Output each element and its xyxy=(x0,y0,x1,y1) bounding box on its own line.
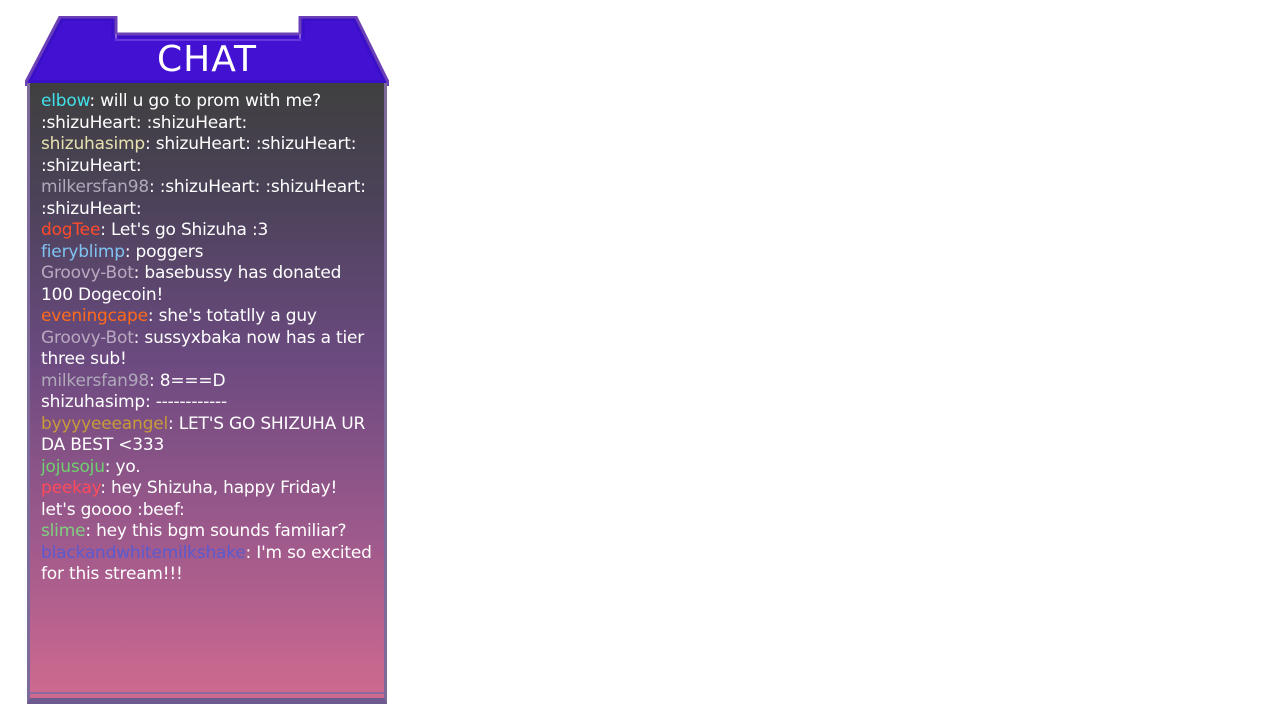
message-list: elbow: will u go to prom with me? :shizu… xyxy=(41,91,373,586)
chat-username[interactable]: milkersfan98 xyxy=(41,371,149,391)
chat-message: Groovy-Bot: basebussy has donated 100 Do… xyxy=(41,263,373,306)
chat-message: eveningcape: she's totatlly a guy xyxy=(41,306,373,328)
chat-username[interactable]: slime xyxy=(41,521,86,541)
chat-message-text: yo. xyxy=(115,456,141,477)
chat-message-text: Let's go Shizuha :3 xyxy=(110,220,269,240)
chat-message: milkersfan98: 8===D xyxy=(41,371,373,393)
chat-username[interactable]: byyyyeeeangel xyxy=(41,414,168,434)
chat-message-text: hey this bgm sounds familiar? xyxy=(96,521,347,541)
chat-message: jojusoju: yo. xyxy=(41,457,373,479)
chat-username[interactable]: fieryblimp xyxy=(41,242,125,262)
username-separator: : xyxy=(245,542,257,563)
chat-title: CHAT xyxy=(156,39,258,80)
chat-message-panel[interactable]: elbow: will u go to prom with me? :shizu… xyxy=(27,83,387,704)
chat-message: byyyyeeeangel: LET'S GO SHIZUHA UR DA BE… xyxy=(41,414,373,457)
chat-username[interactable]: eveningcape xyxy=(41,306,148,326)
username-separator: : xyxy=(144,134,156,154)
chat-message: shizuhasimp: ------------ xyxy=(41,392,373,414)
chat-username[interactable]: blackandwhitemilkshake xyxy=(41,543,246,563)
username-separator: : xyxy=(148,370,160,391)
username-separator: : xyxy=(147,306,159,326)
username-separator: : xyxy=(100,478,112,498)
username-separator: : xyxy=(85,521,97,541)
chat-message-text: ------------ xyxy=(155,392,227,412)
username-separator: : xyxy=(104,456,116,477)
username-separator: : xyxy=(167,413,179,434)
chat-username[interactable]: shizuhasimp xyxy=(41,392,145,412)
username-separator: : xyxy=(144,392,156,412)
chat-header: CHAT xyxy=(25,16,389,86)
chat-message: dogTee: Let's go Shizuha :3 xyxy=(41,220,373,242)
username-separator: : xyxy=(89,91,101,111)
chat-username[interactable]: dogTee xyxy=(41,220,100,240)
chat-message: peekay: hey Shizuha, happy Friday! let's… xyxy=(41,478,373,521)
chat-username[interactable]: peekay xyxy=(41,478,100,498)
chat-message: blackandwhitemilkshake: I'm so excited f… xyxy=(41,543,373,586)
chat-message-text: she's totatlly a guy xyxy=(158,306,317,326)
username-separator: : xyxy=(148,177,160,197)
chat-message: slime: hey this bgm sounds familiar? xyxy=(41,521,373,543)
chat-username[interactable]: elbow xyxy=(41,91,90,111)
chat-message: Groovy-Bot: sussyxbaka now has a tier th… xyxy=(41,328,373,371)
username-separator: : xyxy=(124,241,136,262)
chat-message: elbow: will u go to prom with me? :shizu… xyxy=(41,91,373,134)
chat-message: fieryblimp: poggers xyxy=(41,242,373,264)
chat-username[interactable]: Groovy-Bot xyxy=(41,328,134,348)
username-separator: : xyxy=(133,327,145,348)
panel-bottom-divider xyxy=(30,692,384,694)
chat-widget: CHAT elbow: will u go to prom with me? :… xyxy=(25,16,389,704)
chat-message-text: 8===D xyxy=(159,370,226,391)
chat-message-text: poggers xyxy=(135,241,204,262)
chat-username[interactable]: jojusoju xyxy=(41,457,105,477)
chat-username[interactable]: Groovy-Bot xyxy=(41,263,134,283)
chat-message: shizuhasimp: shizuHeart: :shizuHeart: :s… xyxy=(41,134,373,177)
stream-overlay: CHAT elbow: will u go to prom with me? :… xyxy=(0,0,1280,720)
chat-username[interactable]: shizuhasimp xyxy=(41,134,145,154)
chat-username[interactable]: milkersfan98 xyxy=(41,177,149,197)
username-separator: : xyxy=(100,220,111,240)
chat-message: milkersfan98: :shizuHeart: :shizuHeart: … xyxy=(41,177,373,220)
username-separator: : xyxy=(133,263,145,283)
